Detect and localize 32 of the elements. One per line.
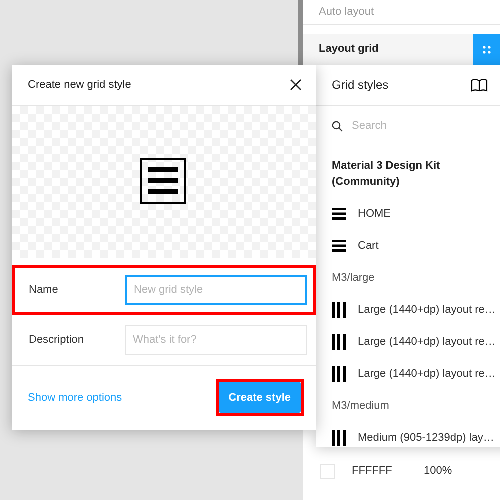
book-icon[interactable] (471, 78, 488, 92)
group-label: M3/medium (331, 398, 390, 414)
search-field[interactable]: Search (352, 118, 472, 134)
grid-preview-icon (140, 158, 188, 206)
close-icon[interactable] (290, 78, 302, 91)
rows-grid-icon (332, 208, 346, 220)
grid-style-item[interactable]: Large (1440+dp) layout re… (316, 294, 500, 326)
color-opacity[interactable]: 100% (424, 463, 452, 480)
grid-style-item[interactable]: HOME (316, 198, 500, 230)
styles-button[interactable] (473, 34, 500, 65)
grid-style-item[interactable]: Large (1440+dp) layout re… (316, 326, 500, 358)
grid-style-item[interactable]: Medium (905-1239dp) lay… (316, 422, 500, 447)
color-swatch[interactable] (320, 464, 335, 479)
grid-style-item[interactable]: Large (1440+dp) layout re… (316, 358, 500, 390)
section-title: Layout grid (319, 42, 379, 58)
section-title: Auto layout (319, 4, 374, 20)
dots-icon (482, 46, 490, 54)
grid-style-item[interactable]: Cart (316, 230, 500, 262)
columns-grid-icon (332, 334, 346, 350)
popover-title: Grid styles (332, 77, 389, 94)
color-hex[interactable]: FFFFFF (352, 463, 407, 480)
search-icon (332, 120, 343, 132)
columns-grid-icon (332, 366, 346, 382)
text-field[interactable]: New grid style (125, 274, 307, 305)
field-label: Description (29, 332, 86, 348)
columns-grid-icon (332, 302, 346, 318)
library-heading: Material 3 Design Kit (Community) (331, 159, 442, 190)
rows-grid-icon (332, 240, 346, 252)
columns-grid-icon (332, 430, 346, 446)
group-label: M3/large (331, 270, 376, 286)
field-label: Name (29, 282, 60, 298)
dialog-title: Create new grid style (28, 78, 132, 93)
